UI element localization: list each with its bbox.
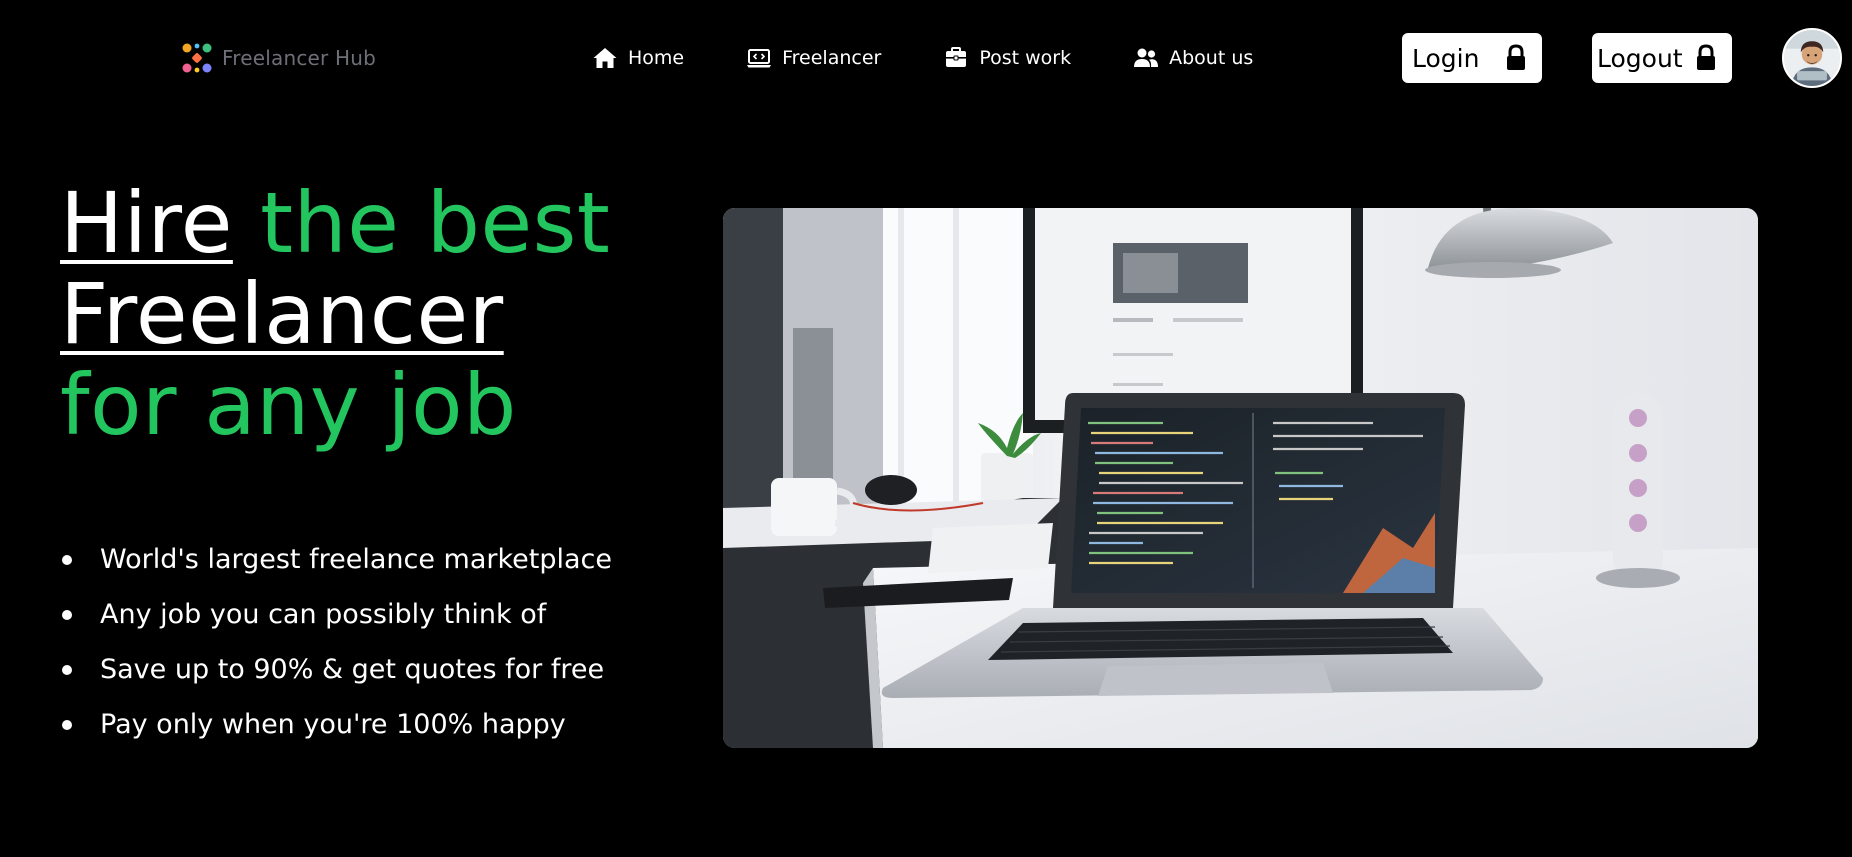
logout-button[interactable]: Logout <box>1592 33 1732 83</box>
briefcase-icon <box>946 47 967 67</box>
users-icon <box>1134 48 1159 67</box>
laptop-code-icon <box>747 49 772 68</box>
hero-title-the-best: the best <box>260 174 611 272</box>
navbar: Freelancer Hub Home Freelancer Post work… <box>0 0 1852 118</box>
hero-title-hire: Hire <box>60 174 233 272</box>
laptop-desk-photo <box>723 208 1758 748</box>
list-item: Pay only when you're 100% happy <box>60 697 612 752</box>
house-icon <box>593 48 617 68</box>
hero-title: Hire the best Freelancer for any job <box>60 178 680 451</box>
brand-logo-link[interactable]: Freelancer Hub <box>180 40 376 76</box>
main-nav: Home Freelancer Post work About us <box>592 40 1253 76</box>
lock-icon <box>1697 44 1715 70</box>
nav-item-label: Freelancer <box>782 47 882 69</box>
login-button[interactable]: Login <box>1402 33 1542 83</box>
user-avatar[interactable] <box>1782 28 1842 88</box>
list-item: Any job you can possibly think of <box>60 587 612 642</box>
login-label: Login <box>1412 43 1480 73</box>
nav-item-label: Post work <box>979 47 1072 69</box>
nav-item-about-us[interactable]: About us <box>1133 46 1253 70</box>
feature-list: World's largest freelance marketplace An… <box>60 532 612 752</box>
hero-image <box>723 208 1758 748</box>
hero-title-for-any-job: for any job <box>60 356 517 454</box>
hero-title-freelancer: Freelancer <box>60 265 504 363</box>
nav-item-freelancer[interactable]: Freelancer <box>746 46 881 70</box>
user-avatar-icon <box>1784 30 1840 86</box>
logout-label: Logout <box>1597 43 1683 73</box>
colorful-x-logo-icon <box>182 43 212 73</box>
list-item: Save up to 90% & get quotes for free <box>60 642 612 697</box>
nav-item-label: About us <box>1169 47 1254 69</box>
page: Freelancer Hub Home Freelancer Post work… <box>0 0 1852 857</box>
nav-item-post-work[interactable]: Post work <box>943 46 1071 70</box>
nav-item-label: Home <box>628 47 685 69</box>
brand-name: Freelancer Hub <box>222 46 377 70</box>
lock-icon <box>1507 44 1525 70</box>
list-item: World's largest freelance marketplace <box>60 532 612 587</box>
nav-item-home[interactable]: Home <box>592 46 684 70</box>
